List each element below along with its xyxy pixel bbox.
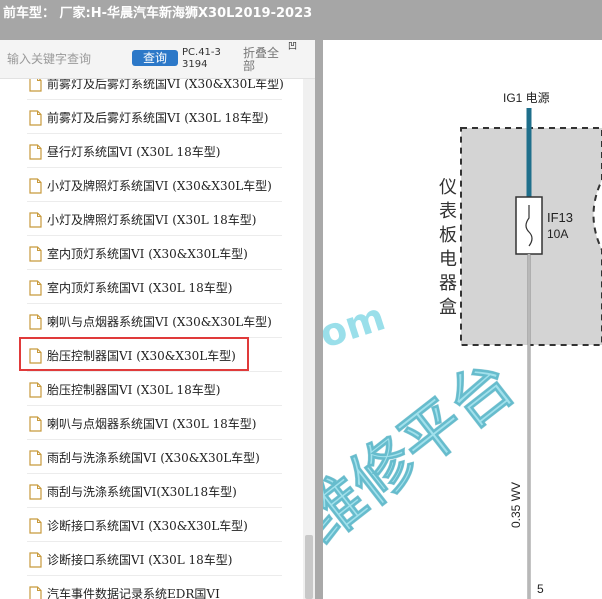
toolbar: 查询 PC.41-33194 折叠全部 凹 — [0, 40, 322, 79]
tree-item[interactable]: 喇叭与点烟器系统国VI (X30L 18车型) — [27, 409, 282, 440]
tree-item-label: 诊断接口系统国VI (X30L 18车型) — [47, 553, 233, 567]
watermark-domain: om — [323, 294, 390, 356]
document-icon — [29, 450, 42, 466]
tree-item-label: 室内顶灯系统国VI (X30&X30L车型) — [47, 247, 248, 261]
tree-item-label: 胎压控制器国VI (X30&X30L车型) — [47, 349, 236, 363]
fuse-id: IF13 — [547, 210, 573, 225]
document-icon — [29, 79, 42, 92]
corner-toggle-icon[interactable]: 凹 — [288, 42, 298, 52]
tree-item-label: 喇叭与点烟器系统国VI (X30&X30L车型) — [47, 315, 272, 329]
document-icon — [29, 110, 42, 126]
module-label-5: 器 — [439, 273, 457, 294]
tree-item-label: 小灯及牌照灯系统国VI (X30&X30L车型) — [47, 179, 272, 193]
tree-item[interactable]: 小灯及牌照灯系统国VI (X30L 18车型) — [27, 205, 282, 236]
tree-item[interactable]: 室内顶灯系统国VI (X30&X30L车型) — [27, 239, 282, 270]
tree-scrollbar-thumb[interactable] — [305, 535, 313, 599]
document-icon — [29, 246, 42, 262]
tree-item[interactable]: 前雾灯及后雾灯系统国VI (X30L 18车型) — [27, 103, 282, 134]
tree-item[interactable]: 昼行灯系统国VI (X30L 18车型) — [27, 137, 282, 168]
tree-item-label: 前雾灯及后雾灯系统国VI (X30&X30L车型) — [47, 79, 284, 91]
document-icon — [29, 280, 42, 296]
tree-item[interactable]: 汽车事件数据记录系统EDR国VI — [27, 579, 282, 599]
module-label-1: 仪 — [439, 177, 457, 198]
query-button[interactable]: 查询 — [132, 50, 178, 66]
tree-item[interactable]: 小灯及牌照灯系统国VI (X30&X30L车型) — [27, 171, 282, 202]
tree-item[interactable]: 胎压控制器国VI (X30L 18车型) — [27, 375, 282, 406]
tree-item[interactable]: 室内顶灯系统国VI (X30L 18车型) — [27, 273, 282, 304]
document-icon — [29, 212, 42, 228]
document-icon — [29, 348, 42, 364]
tree-item-label: 小灯及牌照灯系统国VI (X30L 18车型) — [47, 213, 257, 227]
document-icon — [29, 586, 42, 599]
fuse-rating: 10A — [547, 227, 568, 241]
document-icon — [29, 144, 42, 160]
search-input[interactable] — [3, 49, 135, 69]
circuit-tree: 前雾灯及后雾灯系统国VI (X30&X30L车型) 前雾灯及后雾灯系统国VI (X… — [0, 79, 303, 599]
wiring-diagram: IG1 电源 仪 表 板 电 器 盒 IF13 10A 0.35 WV 5 om… — [323, 40, 602, 599]
document-icon — [29, 382, 42, 398]
tree-item[interactable]: 诊断接口系统国VI (X30&X30L车型) — [27, 511, 282, 542]
tree-item[interactable]: 胎压控制器国VI (X30&X30L车型) — [19, 337, 282, 372]
tree-item[interactable]: 喇叭与点烟器系统国VI (X30&X30L车型) — [27, 307, 282, 338]
tree-item[interactable]: 雨刮与洗涤系统国VI(X30L18车型) — [27, 477, 282, 508]
tree-item-label: 前雾灯及后雾灯系统国VI (X30L 18车型) — [47, 111, 269, 125]
title-bar: 前车型： 厂家:H-华晨汽车新海狮X30L2019-2023 — [0, 0, 602, 40]
tree-item-label: 雨刮与洗涤系统国VI (X30&X30L车型) — [47, 451, 260, 465]
tree-item-label: 胎压控制器国VI (X30L 18车型) — [47, 383, 221, 397]
document-icon — [29, 314, 42, 330]
document-icon — [29, 552, 42, 568]
tree-scrollbar[interactable] — [303, 79, 315, 599]
power-label: IG1 电源 — [503, 91, 550, 105]
tree-item[interactable]: 诊断接口系统国VI (X30L 18车型) — [27, 545, 282, 576]
module-label-3: 板 — [439, 225, 457, 246]
tree-item-label: 雨刮与洗涤系统国VI(X30L18车型) — [47, 485, 237, 499]
part-number: PC.41-33194 — [182, 47, 221, 70]
collapse-all-button[interactable]: 折叠全部 — [243, 47, 285, 73]
module-label-2: 表 — [439, 201, 457, 222]
watermark-text: 维修平台 — [323, 347, 528, 557]
tree-item-label: 昼行灯系统国VI (X30L 18车型) — [47, 145, 221, 159]
document-icon — [29, 484, 42, 500]
document-icon — [29, 178, 42, 194]
tree-item-label: 诊断接口系统国VI (X30&X30L车型) — [47, 519, 248, 533]
panel-splitter[interactable] — [315, 40, 323, 599]
window-title: 前车型： 厂家:H-华晨汽车新海狮X30L2019-2023 — [3, 6, 313, 21]
module-label-6: 盒 — [439, 297, 457, 318]
module-label-4: 电 — [439, 249, 457, 270]
tree-item[interactable]: 雨刮与洗涤系统国VI (X30&X30L车型) — [27, 443, 282, 474]
document-icon — [29, 518, 42, 534]
document-icon — [29, 416, 42, 432]
wire-label: 0.35 WV — [509, 482, 523, 528]
tree-item-label: 喇叭与点烟器系统国VI (X30L 18车型) — [47, 417, 257, 431]
pin-number: 5 — [537, 582, 544, 596]
tree-item-label: 汽车事件数据记录系统EDR国VI — [47, 587, 220, 599]
tree-item[interactable]: 前雾灯及后雾灯系统国VI (X30&X30L车型) — [27, 79, 284, 100]
tree-item-label: 室内顶灯系统国VI (X30L 18车型) — [47, 281, 233, 295]
